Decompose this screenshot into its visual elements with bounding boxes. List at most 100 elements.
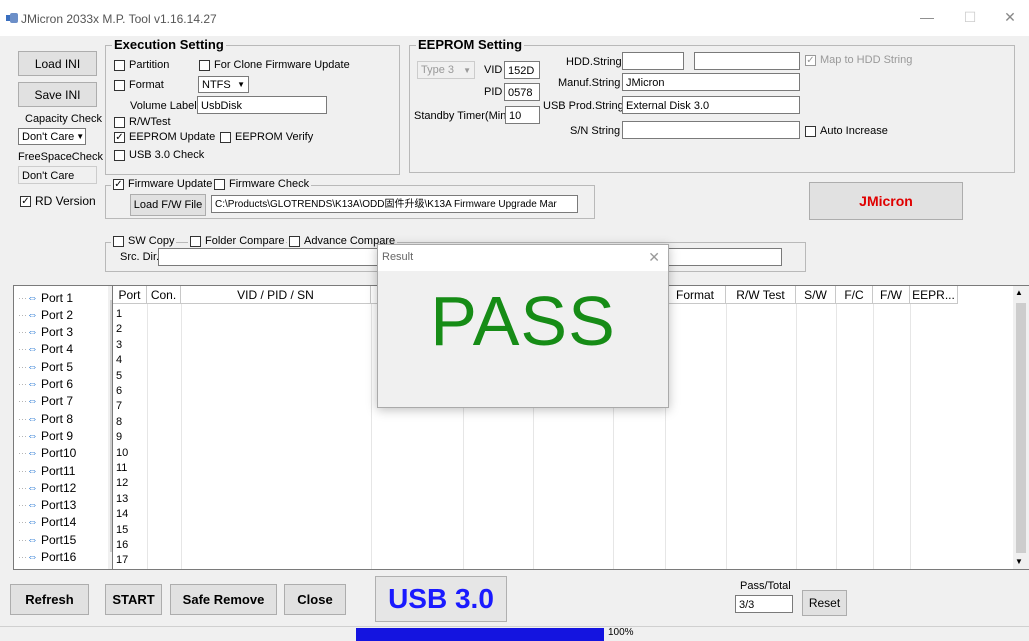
refresh-button[interactable]: Refresh — [10, 584, 89, 615]
port-item[interactable]: ···⇔Port17 — [18, 566, 76, 569]
scroll-down-icon[interactable]: ▼ — [1015, 557, 1023, 566]
port-item[interactable]: ··· ⇔ Port10 — [18, 445, 76, 462]
manuf-string-input[interactable]: JMicron — [622, 73, 800, 91]
standby-timer-label: Standby Timer(Min.) — [414, 110, 514, 122]
sw-copy-checkbox[interactable]: SW Copy — [111, 235, 177, 247]
port-item[interactable]: ··· ⇔ Port15 — [18, 531, 76, 548]
clone-firmware-checkbox[interactable]: For Clone Firmware Update — [199, 59, 350, 71]
table-row[interactable]: 11 — [116, 462, 127, 474]
port-item[interactable]: ··· ⇔ Port 1 — [18, 289, 73, 306]
table-row[interactable]: 17 — [116, 554, 128, 566]
table-row[interactable]: 8 — [116, 416, 122, 428]
grid-scroll-thumb[interactable] — [1016, 303, 1026, 553]
eeprom-verify-checkbox[interactable]: EEPROM Verify — [220, 131, 313, 143]
port-item[interactable]: ··· ⇔ Port 7 — [18, 393, 73, 410]
grid-column-header[interactable]: VID / PID / SN — [181, 286, 371, 304]
grid-column-header[interactable]: F/C — [836, 286, 873, 304]
port-item[interactable]: ··· ⇔ Port 3 — [18, 324, 73, 341]
port-item[interactable]: ··· ⇔ Port14 — [18, 514, 76, 531]
jmicron-button[interactable]: JMicron — [809, 182, 963, 220]
table-row[interactable]: 14 — [116, 508, 128, 520]
minimize-button[interactable]: — — [918, 8, 936, 26]
grid-column-header[interactable]: S/W — [796, 286, 836, 304]
volume-label-input[interactable]: UsbDisk — [197, 96, 327, 114]
port-tree[interactable]: ··· ⇔ Port 1 ··· ⇔ Port 2 ··· ⇔ Port 3 ··· ⇔ Port 4… — [13, 285, 123, 570]
port-item[interactable]: ··· ⇔ Port16 — [18, 549, 76, 566]
port-item[interactable]: ··· ⇔ Port 9 — [18, 427, 73, 444]
save-ini-button[interactable]: Save INI — [18, 82, 97, 107]
load-ini-button[interactable]: Load INI — [18, 51, 97, 76]
usb-prod-string-input[interactable]: External Disk 3.0 — [622, 96, 800, 114]
fw-file-path-field[interactable]: C:\Products\GLOTRENDS\K13A\ODD固件升级\K13A … — [211, 195, 578, 213]
port-item-label: Port 7 — [41, 394, 74, 409]
scroll-up-icon[interactable]: ▲ — [1015, 288, 1023, 297]
load-fw-file-button[interactable]: Load F/W File — [130, 194, 206, 216]
hdd-string-input[interactable] — [622, 52, 684, 70]
table-row[interactable]: 2 — [116, 323, 122, 335]
rd-version-checkbox[interactable]: ✓ RD Version — [20, 194, 96, 208]
table-row[interactable]: 3 — [116, 339, 122, 351]
dialog-title: Result — [382, 251, 414, 263]
firmware-update-checkbox[interactable]: ✓ Firmware Update — [111, 178, 215, 190]
eeprom-verify-label: EEPROM Verify — [235, 131, 314, 143]
auto-increase-checkbox[interactable]: Auto Increase — [805, 125, 888, 137]
table-row[interactable]: 16 — [116, 539, 128, 551]
folder-compare-checkbox[interactable]: Folder Compare — [188, 235, 287, 247]
port-item[interactable]: ··· ⇔ Port13 — [18, 497, 76, 514]
chevron-down-icon: ▼ — [76, 132, 85, 141]
dst-dir-input[interactable] — [668, 248, 782, 266]
grid-column-header[interactable]: F/W — [873, 286, 910, 304]
usb-port-icon: ⇔ — [27, 499, 38, 512]
grid-column-header[interactable]: Con. — [147, 286, 181, 304]
safe-remove-button[interactable]: Safe Remove — [170, 584, 277, 615]
pid-input[interactable]: 0578 — [504, 83, 540, 101]
grid-column-header[interactable]: Format — [665, 286, 726, 304]
start-button[interactable]: START — [105, 584, 162, 615]
dialog-close-button[interactable]: ✕ — [648, 249, 660, 266]
table-row[interactable]: 7 — [116, 400, 122, 412]
table-row[interactable]: 10 — [116, 447, 128, 459]
rw-test-checkbox[interactable]: R/WTest — [114, 116, 171, 128]
src-dir-input[interactable] — [158, 248, 378, 266]
port-item[interactable]: ··· ⇔ Port 8 — [18, 410, 73, 427]
table-row[interactable]: 5 — [116, 370, 122, 382]
table-row[interactable]: 9 — [116, 431, 122, 443]
port-item[interactable]: ··· ⇔ Port 5 — [18, 358, 73, 375]
format-checkbox[interactable]: Format — [114, 79, 164, 91]
firmware-check-checkbox[interactable]: Firmware Check — [212, 178, 312, 190]
usb30-check-checkbox[interactable]: USB 3.0 Check — [114, 149, 204, 161]
grid-column-header[interactable]: EEPR... — [910, 286, 958, 304]
port-item[interactable]: ··· ⇔ Port 6 — [18, 376, 73, 393]
format-select[interactable]: NTFS ▼ — [198, 76, 249, 93]
eeprom-update-checkbox[interactable]: ✓ EEPROM Update — [114, 131, 215, 143]
port-item[interactable]: ··· ⇔ Port11 — [18, 462, 75, 479]
table-row[interactable]: 6 — [116, 385, 122, 397]
standby-timer-input[interactable]: 10 — [505, 106, 540, 124]
table-row[interactable]: 12 — [116, 477, 128, 489]
table-row[interactable]: 4 — [116, 354, 122, 366]
port-item[interactable]: ··· ⇔ Port 4 — [18, 341, 73, 358]
tree-line-icon: ··· — [18, 430, 27, 441]
table-row[interactable]: 13 — [116, 493, 128, 505]
table-row[interactable]: 1 — [116, 308, 122, 320]
maximize-button[interactable]: ☐ — [961, 8, 979, 26]
port-item-label: Port15 — [41, 532, 77, 547]
partition-checkbox[interactable]: Partition — [114, 59, 169, 71]
port-item[interactable]: ··· ⇔ Port 2 — [18, 306, 73, 323]
port-item-label: Port14 — [41, 515, 77, 530]
map-to-hdd-checkbox[interactable]: ✓ Map to HDD String — [805, 54, 912, 66]
close-button[interactable]: Close — [284, 584, 346, 615]
port-item[interactable]: ··· ⇔ Port12 — [18, 479, 76, 496]
table-row[interactable]: 15 — [116, 524, 128, 536]
free-space-check-field[interactable]: Don't Care — [18, 166, 97, 184]
hdd-string-input-2[interactable] — [694, 52, 800, 70]
capacity-check-select[interactable]: Don't Care ▼ — [18, 128, 86, 145]
eeprom-type-select[interactable]: Type 3 ▼ — [417, 61, 475, 79]
close-window-button[interactable]: ✕ — [1001, 8, 1019, 26]
vid-input[interactable]: 152D — [504, 61, 540, 79]
grid-column-header[interactable]: R/W Test — [726, 286, 796, 304]
sn-string-input[interactable] — [622, 121, 800, 139]
grid-column-header[interactable]: Port — [113, 286, 147, 304]
reset-button[interactable]: Reset — [802, 590, 847, 616]
grid-scrollbar[interactable]: ▲ ▼ — [1013, 286, 1029, 569]
